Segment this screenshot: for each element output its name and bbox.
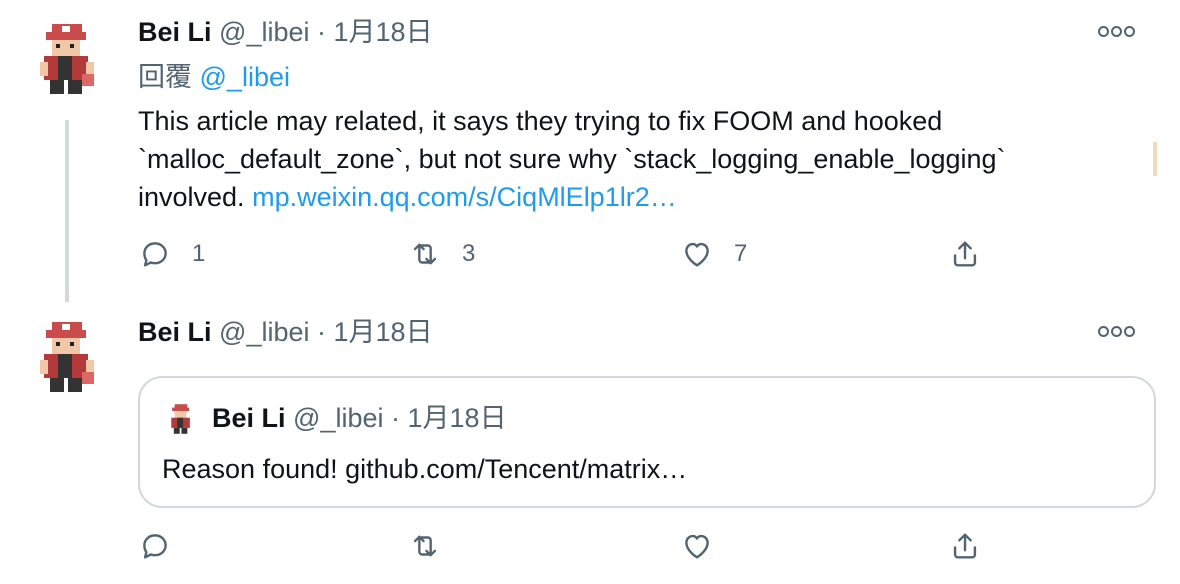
tweet[interactable]: Bei Li @_libei · 1月18日 Bei Li @_libei · … (0, 300, 1180, 584)
quoted-tweet[interactable]: Bei Li @_libei · 1月18日 Reason found! git… (138, 376, 1156, 508)
tweet-text-line: This article may related, it says they t… (138, 106, 943, 136)
tweet-text: This article may related, it says they t… (138, 102, 1158, 216)
tweet-header: Bei Li @_libei · 1月18日 (138, 316, 433, 348)
reply-count: 1 (192, 240, 206, 267)
tweet-text-line: involved. mp.weixin.qq.com/s/CiqMlElp1lr… (138, 182, 677, 212)
article-link[interactable]: mp.weixin.qq.com/s/CiqMlElp1lr2… (252, 182, 677, 212)
tweet-date[interactable]: 1月18日 (334, 317, 433, 347)
tweet-actions: 1 3 7 (138, 234, 998, 274)
reply-button[interactable] (138, 526, 172, 566)
like-count: 7 (734, 240, 748, 267)
avatar[interactable] (22, 312, 112, 402)
reply-icon (143, 534, 167, 559)
share-button[interactable] (948, 526, 982, 566)
reply-to-handle-link[interactable]: @_libei (200, 62, 290, 92)
retweet-count: 3 (462, 240, 476, 267)
author-name[interactable]: Bei Li (138, 17, 212, 47)
avatar[interactable] (22, 14, 112, 104)
like-button[interactable] (680, 526, 714, 566)
avatar-image (22, 312, 112, 402)
heart-icon (685, 242, 709, 267)
tweet-text-line: `malloc_default_zone`, but not sure why … (138, 144, 1006, 174)
retweet-icon (413, 535, 437, 557)
quoted-avatar (162, 400, 200, 438)
like-button[interactable]: 7 (680, 234, 747, 274)
reply-icon (143, 242, 167, 267)
reply-prefix: 回覆 (138, 62, 192, 92)
quoted-header: Bei Li @_libei · 1月18日 (212, 402, 507, 434)
author-handle[interactable]: @_libei (219, 317, 309, 347)
author-handle[interactable]: @_libei (219, 17, 309, 47)
separator-dot: · (317, 317, 326, 347)
share-button[interactable] (948, 234, 982, 274)
reply-button[interactable]: 1 (138, 234, 205, 274)
quoted-author-name: Bei Li (212, 403, 286, 433)
heart-icon (685, 534, 709, 559)
share-icon (953, 533, 977, 559)
text-overflow-marker (1153, 142, 1157, 176)
thread-line (65, 120, 69, 302)
quoted-date: 1月18日 (407, 403, 507, 433)
retweet-icon (413, 243, 437, 265)
avatar-image (162, 400, 200, 438)
avatar-image (22, 14, 112, 104)
tweet[interactable]: Bei Li @_libei · 1月18日 回覆 @_libei This a… (0, 0, 1180, 302)
more-options-icon[interactable] (1098, 24, 1138, 44)
tweet-date[interactable]: 1月18日 (334, 17, 433, 47)
retweet-button[interactable]: 3 (408, 234, 475, 274)
more-options-icon[interactable] (1098, 324, 1138, 344)
tweet-header: Bei Li @_libei · 1月18日 (138, 16, 433, 48)
quoted-text: Reason found! github.com/Tencent/matrix… (162, 454, 688, 484)
share-icon (953, 241, 977, 267)
tweet-actions (138, 526, 998, 566)
separator-dot: · (317, 17, 326, 47)
author-name[interactable]: Bei Li (138, 317, 212, 347)
quoted-author-handle: @_libei (293, 403, 384, 433)
reply-to: 回覆 @_libei (138, 60, 290, 94)
separator-dot: · (391, 403, 400, 433)
retweet-button[interactable] (408, 526, 442, 566)
